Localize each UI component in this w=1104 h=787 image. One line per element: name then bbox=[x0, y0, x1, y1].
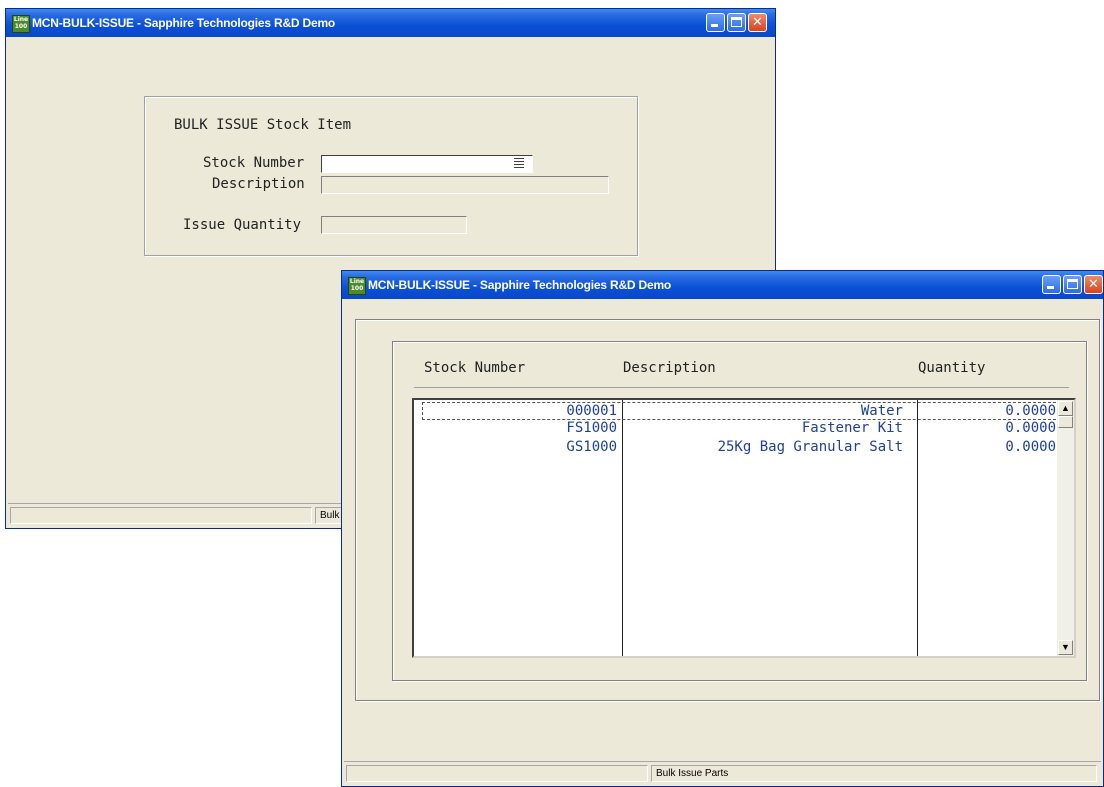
scroll-up-button[interactable]: ▲ bbox=[1058, 401, 1073, 416]
title-bar[interactable]: Line 100 MCN-BULK-ISSUE - Sapphire Techno… bbox=[342, 271, 1103, 299]
minimize-icon bbox=[1047, 286, 1054, 289]
form-heading: BULK ISSUE Stock Item bbox=[174, 117, 352, 133]
close-button[interactable]: ✕ bbox=[1084, 275, 1103, 294]
minimize-button[interactable] bbox=[706, 13, 725, 32]
minimize-button[interactable] bbox=[1042, 275, 1061, 294]
column-header-stock-number[interactable]: Stock Number bbox=[424, 360, 525, 376]
bulk-issue-window-front[interactable]: Line 100 MCN-BULK-ISSUE - Sapphire Techno… bbox=[341, 270, 1104, 787]
close-button[interactable]: ✕ bbox=[748, 13, 767, 32]
window-title: MCN-BULK-ISSUE - Sapphire Technologies R… bbox=[32, 16, 336, 30]
scroll-up-arrow-icon: ▲ bbox=[1061, 403, 1070, 413]
title-bar[interactable]: Line 100 MCN-BULK-ISSUE - Sapphire Techno… bbox=[6, 9, 775, 37]
stock-items-grid[interactable]: 000001 Water 0.0000 FS1000 Fastener Kit … bbox=[412, 398, 1076, 658]
stock-number-label: Stock Number bbox=[203, 155, 305, 171]
column-header-description[interactable]: Description bbox=[623, 360, 716, 376]
issue-quantity-label: Issue Quantity bbox=[183, 217, 302, 233]
maximize-button[interactable] bbox=[1063, 275, 1082, 294]
description-field bbox=[321, 176, 609, 194]
window-title: MCN-BULK-ISSUE - Sapphire Technologies R… bbox=[368, 278, 672, 292]
lookup-list-icon[interactable] bbox=[514, 158, 524, 169]
line100-app-icon[interactable]: Line 100 bbox=[12, 15, 30, 33]
cell-quantity[interactable]: 0.0000 bbox=[920, 402, 1056, 420]
minimize-icon bbox=[711, 24, 718, 27]
cell-quantity[interactable]: 0.0000 bbox=[920, 438, 1056, 456]
status-pane-message: Bulk Issue Parts bbox=[651, 765, 1097, 782]
scrollbar-thumb[interactable] bbox=[1058, 416, 1073, 428]
cell-description[interactable]: Water bbox=[626, 402, 903, 420]
close-icon: ✕ bbox=[1088, 277, 1099, 292]
cell-stock-number[interactable]: FS1000 bbox=[424, 419, 617, 437]
vertical-scrollbar[interactable]: ▲ ▼ bbox=[1057, 400, 1074, 656]
close-icon: ✕ bbox=[752, 15, 763, 30]
line100-app-icon[interactable]: Line 100 bbox=[348, 277, 366, 295]
cell-description[interactable]: 25Kg Bag Granular Salt bbox=[626, 438, 903, 456]
header-divider bbox=[414, 387, 1069, 388]
maximize-icon bbox=[731, 17, 742, 27]
cell-stock-number[interactable]: GS1000 bbox=[424, 438, 617, 456]
stock-number-input[interactable] bbox=[321, 155, 533, 173]
column-header-quantity[interactable]: Quantity bbox=[918, 360, 985, 376]
cell-stock-number[interactable]: 000001 bbox=[424, 402, 617, 420]
column-divider bbox=[622, 400, 623, 656]
maximize-icon bbox=[1067, 279, 1078, 289]
scroll-down-button[interactable]: ▼ bbox=[1058, 640, 1073, 655]
column-divider bbox=[917, 400, 918, 656]
status-pane-left bbox=[346, 765, 648, 782]
scroll-down-arrow-icon: ▼ bbox=[1061, 642, 1070, 652]
description-label: Description bbox=[212, 176, 305, 192]
cell-description[interactable]: Fastener Kit bbox=[626, 419, 903, 437]
cell-quantity[interactable]: 0.0000 bbox=[920, 419, 1056, 437]
status-bar: Bulk Issue Parts bbox=[344, 761, 1101, 784]
issue-quantity-field[interactable] bbox=[321, 216, 467, 234]
status-pane-left bbox=[10, 507, 312, 524]
maximize-button[interactable] bbox=[727, 13, 746, 32]
